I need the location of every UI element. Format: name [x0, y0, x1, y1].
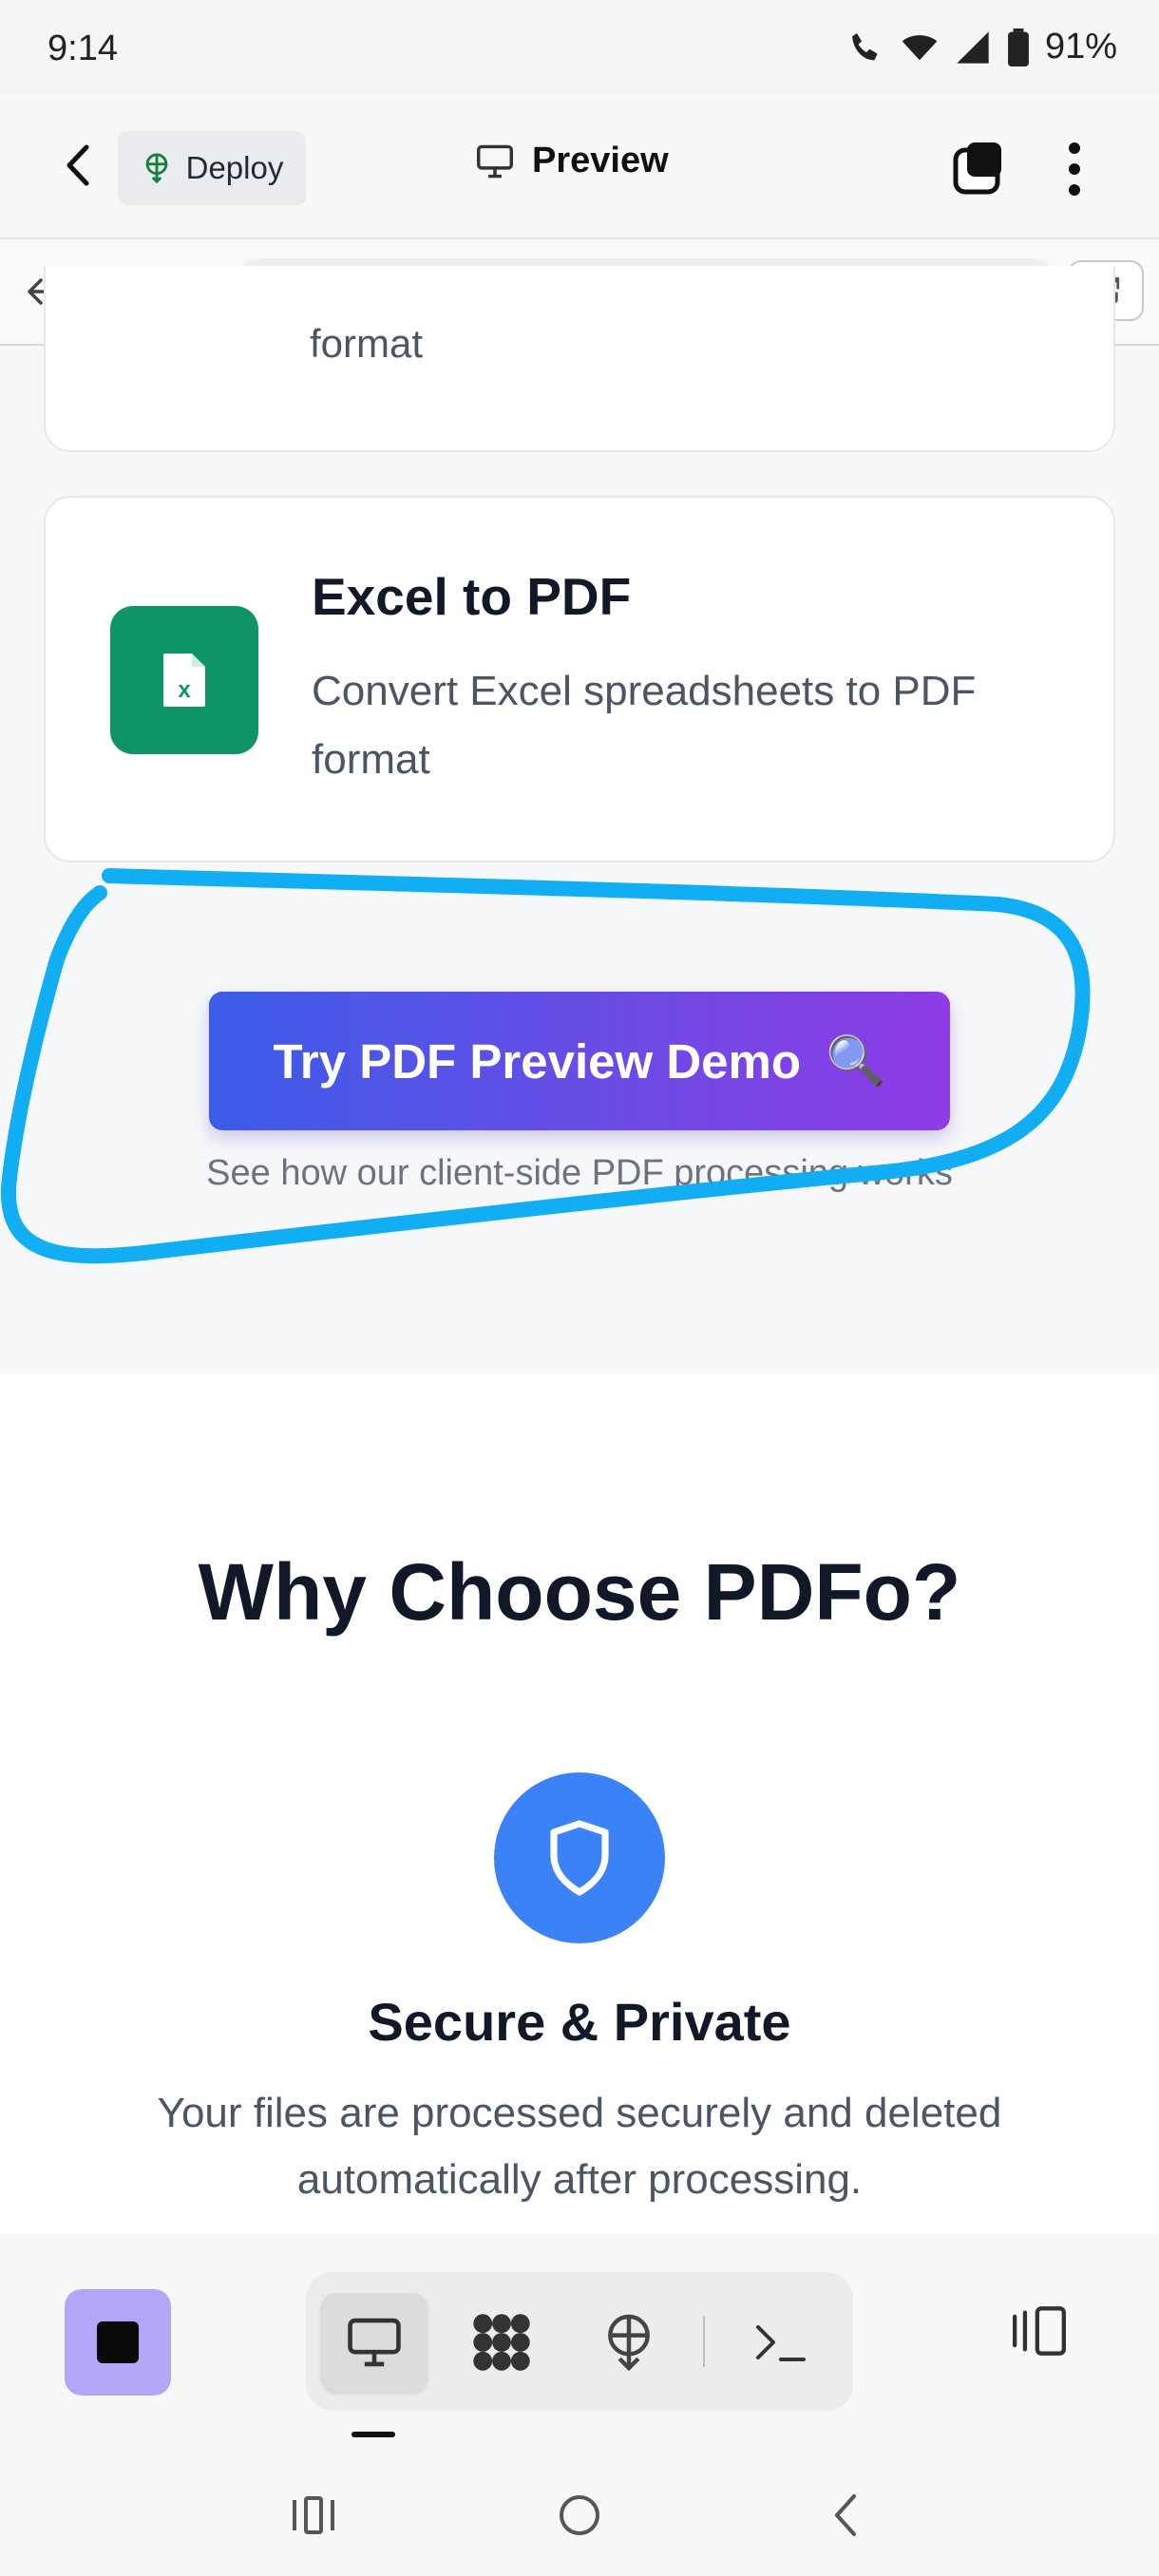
desktop-icon — [348, 2318, 401, 2367]
feature-title: Secure & Private — [368, 1992, 791, 2052]
signal-icon — [957, 30, 989, 64]
wifi-icon — [902, 34, 938, 60]
stop-icon — [97, 2321, 139, 2363]
deploy-globe-icon — [145, 153, 167, 184]
layout-toggle-button[interactable] — [999, 2291, 1079, 2371]
feature-description: Your files are processed securely and de… — [157, 2090, 1002, 2203]
content-area: format x Excel to PDF Convert Excel spre… — [0, 266, 1159, 1373]
why-choose-title: Why Choose PDFo? — [198, 1547, 961, 1637]
app-header: Deploy Preview — [0, 95, 1159, 239]
tool-agent[interactable] — [448, 2293, 555, 2392]
deploy-globe-icon — [608, 2314, 650, 2372]
status-icons: 91% — [847, 27, 1117, 67]
deploy-button[interactable]: Deploy — [118, 131, 306, 205]
chevron-left-icon — [66, 144, 89, 186]
tool-preview[interactable] — [321, 2293, 428, 2392]
feature-icon-circle — [494, 1772, 665, 1943]
more-menu-icon[interactable] — [1060, 139, 1089, 199]
demo-button-label: Try PDF Preview Demo — [273, 1033, 802, 1089]
preview-title: Preview — [475, 141, 669, 181]
wifi-call-icon — [851, 32, 878, 60]
status-bar: 9:14 91% — [0, 0, 1159, 95]
back-button[interactable] — [49, 137, 106, 194]
tool-shell[interactable] — [728, 2293, 834, 2392]
tool-divider — [703, 2316, 705, 2367]
previous-tool-card[interactable] — [44, 266, 1115, 452]
agent-nodes-icon — [473, 2314, 530, 2371]
svg-text:x: x — [178, 677, 191, 703]
split-layout-icon — [1013, 2306, 1066, 2356]
tool-deploy[interactable] — [576, 2293, 682, 2392]
system-back-icon[interactable] — [817, 2487, 874, 2544]
excel-card-title: Excel to PDF — [312, 567, 632, 626]
stop-button[interactable] — [65, 2289, 171, 2396]
battery-percent: 91% — [1044, 27, 1117, 66]
previous-card-desc-tail: format — [310, 321, 424, 366]
excel-card-description: Convert Excel spreadsheets to PDF format — [312, 668, 977, 783]
shield-icon — [550, 1820, 609, 1896]
try-pdf-preview-demo-button[interactable]: Try PDF Preview Demo 🔍 — [209, 992, 950, 1130]
tool-switcher — [306, 2272, 853, 2411]
deploy-label: Deploy — [185, 150, 284, 185]
magnifier-icon: 🔍 — [826, 1033, 886, 1088]
excel-file-icon: x — [110, 606, 258, 754]
demo-subtitle: See how our client-side PDF processing w… — [206, 1153, 953, 1193]
monitor-icon — [477, 144, 513, 178]
system-navigation-bar — [0, 2454, 1159, 2576]
active-tool-indicator — [352, 2432, 395, 2437]
preview-label: Preview — [532, 141, 669, 180]
terminal-icon — [756, 2325, 806, 2361]
recent-apps-icon[interactable] — [285, 2487, 342, 2544]
home-icon[interactable] — [551, 2487, 608, 2544]
status-time: 9:14 — [48, 28, 118, 68]
battery-icon — [1008, 28, 1029, 66]
tabs-stack-icon[interactable] — [950, 141, 1007, 198]
bottom-toolbar — [0, 2234, 1159, 2454]
